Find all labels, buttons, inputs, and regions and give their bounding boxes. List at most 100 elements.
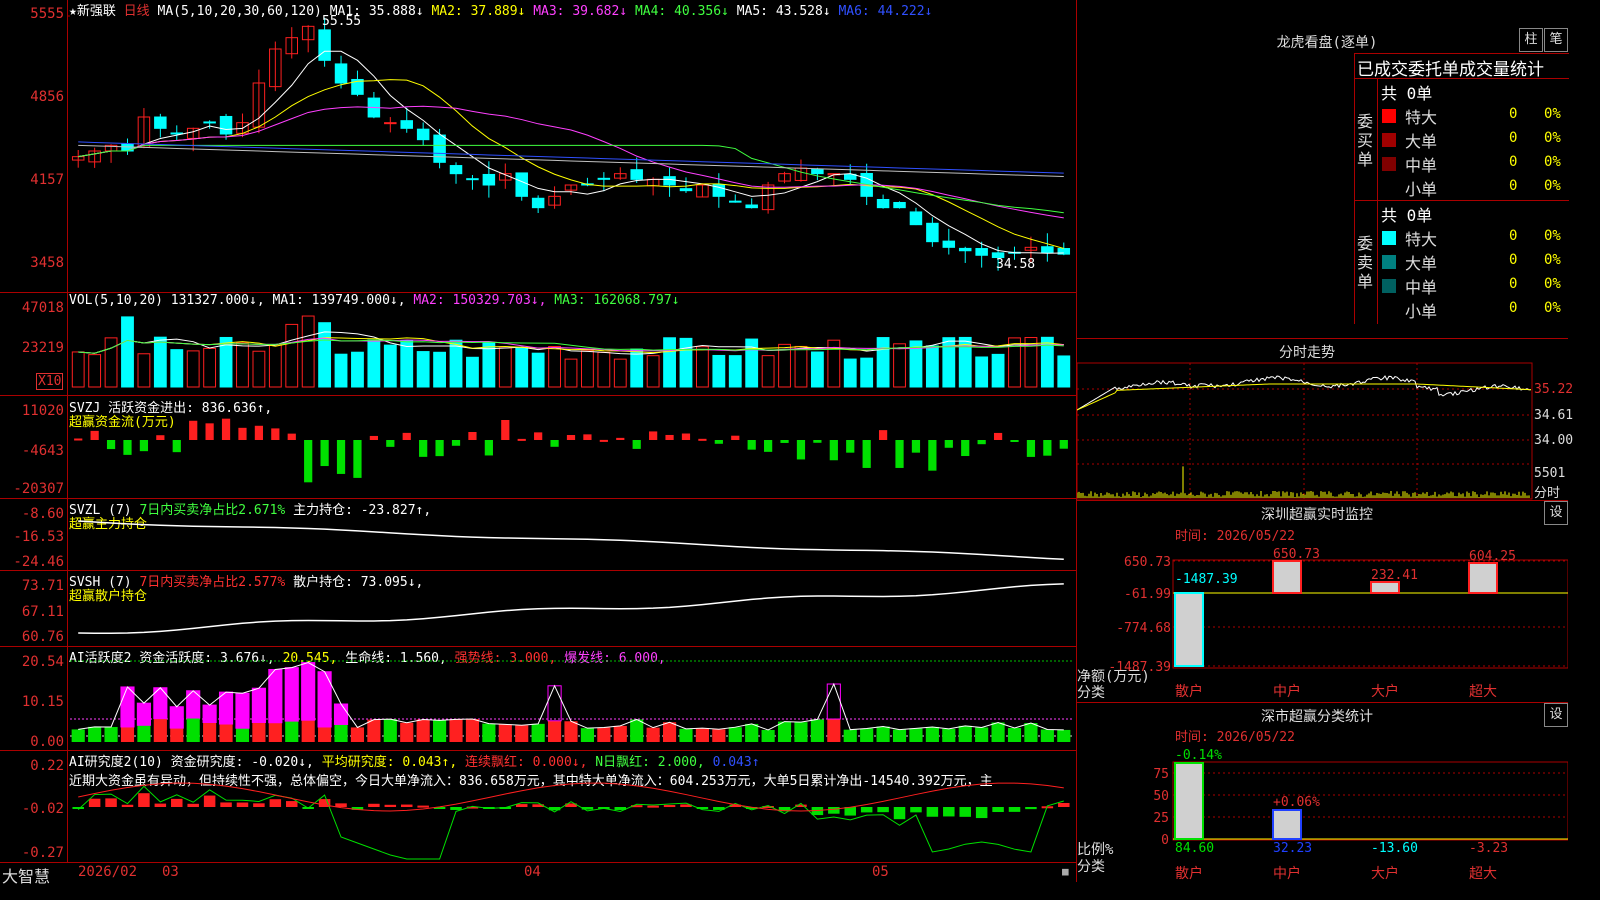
ai-active-panel[interactable]: AI活跃度2 资金活跃度: 3.676↓, 20.545, 生命线: 1.560… bbox=[0, 647, 1076, 750]
activity-bar bbox=[318, 726, 332, 742]
research-bar bbox=[828, 807, 840, 814]
activity-bar bbox=[909, 728, 923, 742]
volume-bar bbox=[433, 351, 447, 388]
szc-top-label: -0.14% bbox=[1175, 748, 1222, 763]
buy-row-pct-1: 0% bbox=[1544, 130, 1561, 146]
lock-icon[interactable]: ■ bbox=[1062, 865, 1069, 878]
activity-bar bbox=[383, 719, 397, 742]
candle-body bbox=[679, 188, 693, 192]
research-bar bbox=[236, 802, 249, 807]
flow-bar bbox=[156, 435, 165, 440]
activity-bar bbox=[170, 728, 184, 742]
activity-bar bbox=[252, 722, 266, 742]
volume-bar bbox=[186, 350, 200, 388]
research-bar bbox=[154, 803, 167, 807]
activity-burst-bar bbox=[235, 692, 250, 729]
activity-bar bbox=[531, 723, 545, 742]
activity-bar bbox=[761, 729, 775, 742]
research-bar bbox=[893, 807, 906, 820]
activity-bar bbox=[71, 729, 85, 742]
research-bar bbox=[187, 803, 199, 807]
bar-mode-button[interactable]: 柱 bbox=[1519, 28, 1543, 52]
flow-bar bbox=[74, 438, 83, 441]
research-bar bbox=[417, 805, 429, 808]
intraday-chart[interactable] bbox=[1077, 362, 1568, 500]
activity-bar bbox=[827, 719, 841, 742]
flow-bar bbox=[747, 440, 756, 450]
volume-bar bbox=[679, 337, 693, 388]
activity-bar bbox=[416, 719, 430, 742]
research-bar bbox=[384, 804, 397, 807]
flow-bar bbox=[238, 427, 247, 440]
sz-class-settings-button[interactable]: 设 bbox=[1544, 703, 1568, 727]
szm-cat: 超大 bbox=[1469, 684, 1497, 700]
sell-row-pct-1: 0% bbox=[1544, 252, 1561, 268]
activity-bar bbox=[1040, 729, 1054, 742]
sell-row-pct-0: 0% bbox=[1544, 228, 1561, 244]
buy-row-count-2: 0 bbox=[1509, 154, 1518, 170]
brand-logo[interactable]: 大智慧 bbox=[2, 863, 50, 887]
volume-bar bbox=[285, 323, 299, 388]
research-bar bbox=[400, 804, 413, 807]
intraday-y2: 34.61 bbox=[1534, 408, 1574, 423]
szc-value: 32.23 bbox=[1273, 841, 1312, 856]
flow-bar bbox=[468, 432, 477, 440]
buy-group-label: 委买单 bbox=[1357, 112, 1374, 169]
flow-bar bbox=[829, 440, 838, 461]
tick-mode-button[interactable]: 笔 bbox=[1544, 28, 1568, 52]
sell-row-pct-2: 0% bbox=[1544, 276, 1561, 292]
research-bar bbox=[959, 807, 971, 817]
flow-bar bbox=[961, 440, 970, 457]
flow-bar bbox=[714, 440, 723, 444]
sell-row-swatch-0 bbox=[1382, 231, 1396, 245]
sell-row-pct-3: 0% bbox=[1544, 300, 1561, 316]
flow-bar bbox=[534, 432, 543, 440]
intraday-y3: 34.00 bbox=[1534, 433, 1574, 448]
volume-panel[interactable]: VOL(5,10,20) 131327.000↓, MA1: 139749.00… bbox=[0, 293, 1076, 395]
main-kline-panel[interactable]: ★新强联 日线 MA(5,10,20,30,60,120) MA1: 35.88… bbox=[0, 0, 1076, 292]
research-bar bbox=[992, 807, 1004, 813]
research-bar bbox=[368, 803, 380, 807]
volume-bar bbox=[498, 347, 512, 388]
research-bar bbox=[844, 807, 856, 816]
svsh-svg bbox=[78, 583, 1064, 634]
volume-bar bbox=[695, 346, 709, 388]
buy-row-swatch-3 bbox=[1382, 181, 1396, 195]
ma-line bbox=[78, 144, 1064, 178]
szm-bar bbox=[1370, 581, 1400, 594]
buy-row-label-3: 小单 bbox=[1405, 180, 1438, 199]
volume-bar bbox=[860, 357, 874, 388]
activity-bar bbox=[334, 724, 348, 742]
activity-bar bbox=[728, 727, 742, 742]
activity-bar bbox=[860, 728, 874, 742]
activity-bar bbox=[1057, 729, 1071, 742]
activity-burst-bar bbox=[169, 706, 184, 729]
activity-burst-bar bbox=[120, 686, 135, 728]
svzj-panel[interactable]: SVZJ 活跃资金进出: 836.636↑, 超赢资金流(万元) 11020 -… bbox=[0, 396, 1076, 498]
candle-body bbox=[334, 63, 348, 84]
ai-research-panel[interactable]: AI研究度2(10) 资金研究度: -0.020↓, 平均研究度: 0.043↑… bbox=[0, 751, 1076, 862]
kline-svg[interactable] bbox=[0, 0, 1076, 292]
volume-bar bbox=[745, 338, 759, 388]
intraday-vol: 5501 bbox=[1534, 466, 1566, 481]
activity-burst-bar bbox=[202, 704, 217, 724]
activity-bar bbox=[120, 726, 135, 742]
activity-bar bbox=[580, 728, 594, 742]
activity-bar bbox=[235, 728, 250, 742]
research-bar bbox=[171, 798, 183, 807]
left-chart-area[interactable]: ★新强联 日线 MA(5,10,20,30,60,120) MA1: 35.88… bbox=[0, 0, 1076, 886]
sell-row-label-0: 特大 bbox=[1405, 230, 1438, 249]
sz-monitor-settings-button[interactable]: 设 bbox=[1544, 501, 1568, 525]
svsh-panel[interactable]: SVSH (7) 7日内买卖净占比2.577% 散户持仓: 73.095↓, 超… bbox=[0, 571, 1076, 646]
flow-bar bbox=[846, 440, 855, 453]
volume-bar bbox=[893, 343, 906, 388]
szm-bar-label: 232.41 bbox=[1371, 568, 1418, 583]
flow-bar bbox=[977, 440, 986, 445]
szc-value: -3.23 bbox=[1469, 841, 1508, 856]
flow-bar bbox=[172, 440, 181, 453]
svzl-panel[interactable]: SVZL (7) 7日内买卖净占比2.671% 主力持仓: -23.827↑, … bbox=[0, 499, 1076, 570]
activity-burst-bar bbox=[301, 662, 316, 721]
ma-line bbox=[78, 141, 1064, 174]
buy-row-pct-2: 0% bbox=[1544, 154, 1561, 170]
flow-bar bbox=[665, 434, 674, 440]
